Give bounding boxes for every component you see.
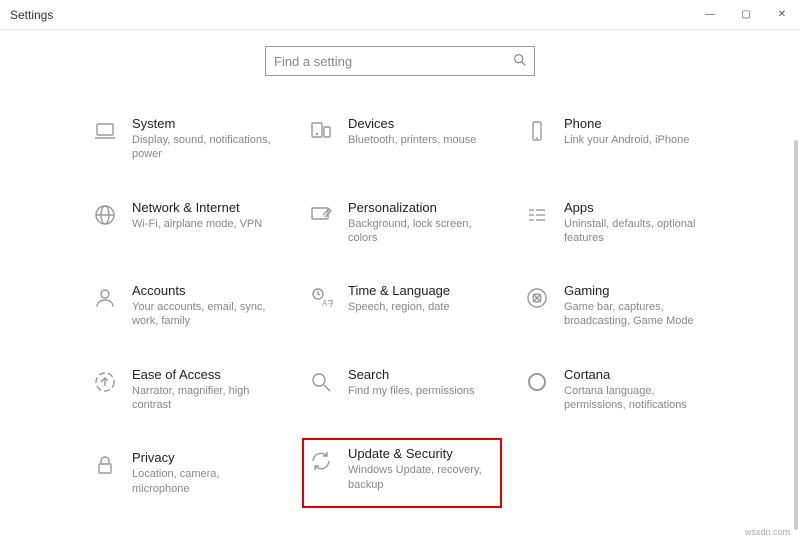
tile-desc: Speech, region, date [348, 300, 494, 314]
search-container: Find a setting [60, 46, 740, 76]
tile-system[interactable]: System Display, sound, notifications, po… [90, 112, 278, 166]
window-title: Settings [10, 8, 53, 22]
tile-text: System Display, sound, notifications, po… [132, 116, 278, 162]
tile-desc: Location, camera, microphone [132, 467, 278, 496]
tile-ease-of-access[interactable]: Ease of Access Narrator, magnifier, high… [90, 363, 278, 417]
timelang-icon: A字 [306, 283, 336, 313]
tile-desc: Background, lock screen, colors [348, 217, 494, 246]
tile-desc: Bluetooth, printers, mouse [348, 133, 494, 147]
tile-desc: Your accounts, email, sync, work, family [132, 300, 278, 329]
content-area: Find a setting System Display, sound, no… [0, 30, 800, 540]
tile-desc: Windows Update, recovery, backup [348, 463, 494, 492]
tile-text: Personalization Background, lock screen,… [348, 200, 494, 246]
tile-title: Privacy [132, 450, 278, 465]
tile-text: Time & Language Speech, region, date [348, 283, 494, 314]
tile-text: Apps Uninstall, defaults, optional featu… [564, 200, 710, 246]
globe-icon [90, 200, 120, 230]
tile-devices[interactable]: Devices Bluetooth, printers, mouse [306, 112, 494, 166]
tile-title: Personalization [348, 200, 494, 215]
tile-network[interactable]: Network & Internet Wi-Fi, airplane mode,… [90, 196, 278, 250]
tile-title: Gaming [564, 283, 710, 298]
devices-icon [306, 116, 336, 146]
window-controls: — ▢ ✕ [692, 0, 800, 30]
svg-text:A字: A字 [322, 298, 333, 308]
tile-title: Devices [348, 116, 494, 131]
tile-text: Ease of Access Narrator, magnifier, high… [132, 367, 278, 413]
tile-personalization[interactable]: Personalization Background, lock screen,… [306, 196, 494, 250]
tile-gaming[interactable]: Gaming Game bar, captures, broadcasting,… [522, 279, 710, 333]
apps-icon [522, 200, 552, 230]
tile-desc: Cortana language, permissions, notificat… [564, 384, 710, 413]
tile-text: Phone Link your Android, iPhone [564, 116, 710, 147]
minimize-button[interactable]: — [692, 0, 728, 30]
ease-icon [90, 367, 120, 397]
tile-privacy[interactable]: Privacy Location, camera, microphone [90, 446, 278, 500]
tile-cortana[interactable]: Cortana Cortana language, permissions, n… [522, 363, 710, 417]
gaming-icon [522, 283, 552, 313]
phone-icon [522, 116, 552, 146]
tile-update-security[interactable]: Update & Security Windows Update, recove… [302, 438, 502, 508]
maximize-button[interactable]: ▢ [728, 0, 764, 30]
tile-apps[interactable]: Apps Uninstall, defaults, optional featu… [522, 196, 710, 250]
tile-text: Cortana Cortana language, permissions, n… [564, 367, 710, 413]
tile-title: Apps [564, 200, 710, 215]
tile-desc: Display, sound, notifications, power [132, 133, 278, 162]
tile-accounts[interactable]: Accounts Your accounts, email, sync, wor… [90, 279, 278, 333]
tile-search[interactable]: Search Find my files, permissions [306, 363, 494, 417]
tile-desc: Find my files, permissions [348, 384, 494, 398]
tile-title: Time & Language [348, 283, 494, 298]
cortana-icon [522, 367, 552, 397]
tile-title: Cortana [564, 367, 710, 382]
tile-text: Accounts Your accounts, email, sync, wor… [132, 283, 278, 329]
tile-desc: Uninstall, defaults, optional features [564, 217, 710, 246]
tile-phone[interactable]: Phone Link your Android, iPhone [522, 112, 710, 166]
brush-icon [306, 200, 336, 230]
search-icon [513, 53, 526, 69]
search-input[interactable]: Find a setting [265, 46, 535, 76]
tile-title: Update & Security [348, 446, 494, 461]
tile-text: Privacy Location, camera, microphone [132, 450, 278, 496]
tile-title: Search [348, 367, 494, 382]
tile-text: Devices Bluetooth, printers, mouse [348, 116, 494, 147]
watermark: wsxdn.com [745, 527, 790, 537]
tile-desc: Narrator, magnifier, high contrast [132, 384, 278, 413]
sync-icon [306, 446, 336, 476]
tile-text: Network & Internet Wi-Fi, airplane mode,… [132, 200, 278, 231]
tile-title: System [132, 116, 278, 131]
tile-title: Ease of Access [132, 367, 278, 382]
tile-desc: Game bar, captures, broadcasting, Game M… [564, 300, 710, 329]
tile-text: Gaming Game bar, captures, broadcasting,… [564, 283, 710, 329]
tile-desc: Wi-Fi, airplane mode, VPN [132, 217, 278, 231]
tile-time-language[interactable]: A字 Time & Language Speech, region, date [306, 279, 494, 333]
tile-desc: Link your Android, iPhone [564, 133, 710, 147]
titlebar: Settings — ▢ ✕ [0, 0, 800, 30]
person-icon [90, 283, 120, 313]
tile-title: Network & Internet [132, 200, 278, 215]
settings-grid: System Display, sound, notifications, po… [60, 112, 740, 500]
tile-text: Update & Security Windows Update, recove… [348, 446, 494, 492]
laptop-icon [90, 116, 120, 146]
scrollbar[interactable] [794, 140, 798, 530]
close-button[interactable]: ✕ [764, 0, 800, 30]
tile-text: Search Find my files, permissions [348, 367, 494, 398]
lock-icon [90, 450, 120, 480]
tile-title: Accounts [132, 283, 278, 298]
magnifier-icon [306, 367, 336, 397]
search-placeholder: Find a setting [274, 54, 352, 69]
tile-title: Phone [564, 116, 710, 131]
